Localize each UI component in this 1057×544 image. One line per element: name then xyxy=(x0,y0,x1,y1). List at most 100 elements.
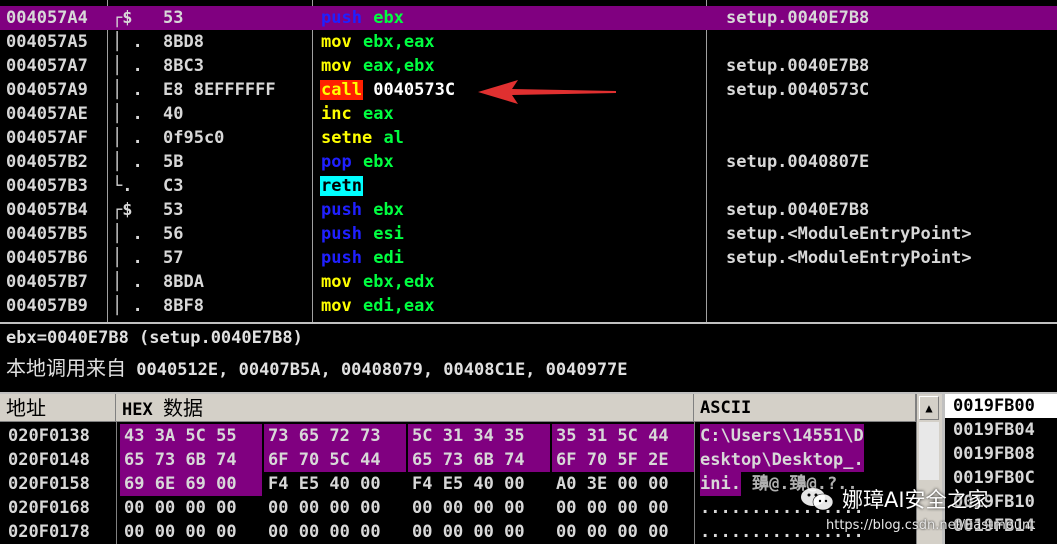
dump-address: 020F0148 xyxy=(8,450,90,470)
disasm-row[interactable]: 004057B7 │ . 8BDA mov ebx,edx xyxy=(0,270,1057,294)
disasm-row[interactable]: 004057B6 │ . 57 push edi setup.<ModuleEntryP… xyxy=(0,246,1057,270)
dump-hex-group: 00 00 00 00 xyxy=(412,522,525,542)
disasm-bracket: │ . xyxy=(112,152,143,172)
disasm-hex-bytes: 57 xyxy=(163,248,184,268)
disasm-address: 004057B7 xyxy=(6,272,88,292)
dump-hex-group: 00 00 00 00 xyxy=(268,522,381,542)
disasm-bracket: │ . xyxy=(112,32,143,52)
disasm-operands: esi xyxy=(373,224,404,244)
dump-row[interactable]: 020F0168 00 00 00 00 00 00 00 00 00 00 00 0… xyxy=(0,496,916,520)
scroll-thumb[interactable] xyxy=(919,422,939,480)
dump-hex-group: 65 73 6B 74 xyxy=(120,448,262,472)
dump-header-hex-prefix: HEX xyxy=(122,400,153,420)
disasm-row[interactable]: 004057AF │ . 0f95c0 setne al xyxy=(0,126,1057,150)
stack-row[interactable]: 0019FB00 xyxy=(945,394,1057,418)
stack-row[interactable]: 0019FB08 xyxy=(945,442,1057,466)
disasm-address: 004057A9 xyxy=(6,80,88,100)
dump-header-ascii-label: ASCII xyxy=(700,398,752,418)
disasm-mnemonic: pop xyxy=(321,152,352,172)
disasm-row[interactable]: 004057B2 │ . 5B pop ebx setup.0040807E xyxy=(0,150,1057,174)
disasm-comment: setup.0040E7B8 xyxy=(726,200,870,220)
disasm-instruction: push esi xyxy=(320,222,404,246)
disasm-hex-bytes: 40 xyxy=(163,104,184,124)
disasm-mnemonic: push xyxy=(321,200,362,220)
disasm-bracket: └. xyxy=(112,176,133,196)
disassembly-pane[interactable]: 004057A4 ┌$ 53 push ebx setup.0040E7B8 004057… xyxy=(0,0,1057,324)
disasm-row[interactable]: 004057A4 ┌$ 53 push ebx setup.0040E7B8 xyxy=(0,6,1057,30)
disasm-operands: ebx xyxy=(373,8,404,28)
dump-hex-group: 65 73 6B 74 xyxy=(408,448,550,472)
disasm-comment: setup.0040E7B8 xyxy=(726,56,870,76)
disasm-row[interactable]: 004057A7 │ . 8BC3 mov eax,ebx setup.0040E7B8 xyxy=(0,54,1057,78)
disasm-bracket: │ . xyxy=(112,80,143,100)
disasm-operands: eax xyxy=(362,104,394,124)
disasm-row[interactable]: 004057B3 └. C3 retn xyxy=(0,174,1057,198)
disasm-hex-bytes: 8BC3 xyxy=(163,56,204,76)
disasm-bracket: │ . xyxy=(112,224,143,244)
disasm-mnemonic: call xyxy=(320,80,363,100)
local-calls-value: 0040512E, 00407B5A, 00408079, 00408C1E, … xyxy=(136,360,628,380)
dump-hex-group: 00 00 00 00 xyxy=(556,498,669,518)
dump-hex-group: 35 31 5C 44 xyxy=(552,424,694,448)
disasm-address: 004057A5 xyxy=(6,32,88,52)
dump-hex-group: 00 00 00 00 xyxy=(556,522,669,542)
disasm-mnemonic: mov xyxy=(321,272,352,292)
dump-hex-group: A0 3E 00 00 xyxy=(556,474,669,494)
dump-row[interactable]: 020F0158 69 6E 69 00 F4 E5 40 00 F4 E5 40 0… xyxy=(0,472,916,496)
disasm-instruction: inc eax xyxy=(320,102,394,126)
disasm-hex-bytes: 8BD8 xyxy=(163,32,204,52)
disasm-instruction: call 0040573C xyxy=(320,78,455,102)
disasm-bracket: ┌$ xyxy=(112,8,133,28)
dump-address: 020F0178 xyxy=(8,522,90,542)
disasm-mnemonic: mov xyxy=(321,56,352,76)
dump-header-address-label: 地址 xyxy=(6,396,46,420)
disasm-operands: al xyxy=(383,128,404,148)
disasm-comment: setup.0040573C xyxy=(726,80,870,100)
disasm-bracket: │ . xyxy=(112,104,143,124)
dump-row[interactable]: 020F0178 00 00 00 00 00 00 00 00 00 00 00 0… xyxy=(0,520,916,544)
disasm-address: 004057B2 xyxy=(6,152,88,172)
disasm-hex-bytes: 53 xyxy=(163,200,184,220)
disasm-hex-bytes: 53 xyxy=(163,8,184,28)
disasm-bracket: │ . xyxy=(112,56,143,76)
dump-hex-group: 43 3A 5C 55 xyxy=(120,424,262,448)
disasm-mnemonic: retn xyxy=(320,176,363,196)
dump-ascii: ini. xyxy=(700,472,741,496)
local-calls-label: 本地调用来自 xyxy=(6,356,126,380)
disasm-mnemonic: mov xyxy=(321,296,352,316)
disasm-address: 004057A4 xyxy=(6,8,88,28)
disasm-bracket: │ . xyxy=(112,128,143,148)
dump-header-ascii[interactable]: ASCII xyxy=(694,394,916,422)
dump-row[interactable]: 020F0138 43 3A 5C 55 73 65 72 73 5C 31 34 3… xyxy=(0,424,916,448)
dump-row[interactable]: 020F0148 65 73 6B 74 6F 70 5C 44 65 73 6B 7… xyxy=(0,448,916,472)
scroll-up-icon[interactable]: ▲ xyxy=(919,396,939,420)
disasm-instruction: push edi xyxy=(320,246,404,270)
disasm-row[interactable]: 004057A5 │ . 8BD8 mov ebx,eax xyxy=(0,30,1057,54)
register-info-line: ebx=0040E7B8 (setup.0040E7B8) xyxy=(6,328,303,348)
disasm-hex-bytes: 5B xyxy=(163,152,184,172)
disasm-comment: setup.0040807E xyxy=(726,152,870,172)
dump-header-address[interactable]: 地址 xyxy=(0,394,116,422)
disasm-operands: edi,eax xyxy=(362,296,435,316)
disasm-instruction: mov eax,ebx xyxy=(320,54,435,78)
disasm-row[interactable]: 004057B9 │ . 8BF8 mov edi,eax xyxy=(0,294,1057,318)
disasm-address: 004057B3 xyxy=(6,176,88,196)
disasm-address: 004057B5 xyxy=(6,224,88,244)
dump-hex-group: 00 00 00 00 xyxy=(124,522,237,542)
disasm-instruction: mov edi,eax xyxy=(320,294,435,318)
disasm-bracket: │ . xyxy=(112,248,143,268)
dump-address: 020F0138 xyxy=(8,426,90,446)
disasm-row[interactable]: 004057B4 ┌$ 53 push ebx setup.0040E7B8 xyxy=(0,198,1057,222)
disasm-mnemonic: push xyxy=(321,248,362,268)
dump-hex-group: 00 00 00 00 xyxy=(124,498,237,518)
watermark: 娜璋AI安全之家 https://blog.csdn.net/Eastmount xyxy=(800,480,1057,544)
disasm-comment: setup.0040E7B8 xyxy=(726,8,870,28)
disasm-row[interactable]: 004057B5 │ . 56 push esi setup.<ModuleEntryP… xyxy=(0,222,1057,246)
stack-row[interactable]: 0019FB04 xyxy=(945,418,1057,442)
disasm-operands: edi xyxy=(373,248,404,268)
dump-header-hex[interactable]: HEX 数据 xyxy=(116,394,694,422)
disasm-address: 004057A7 xyxy=(6,56,88,76)
disasm-address: 004057B9 xyxy=(6,296,88,316)
disasm-instruction: mov ebx,eax xyxy=(320,30,435,54)
disasm-operands: 0040573C xyxy=(373,80,456,100)
